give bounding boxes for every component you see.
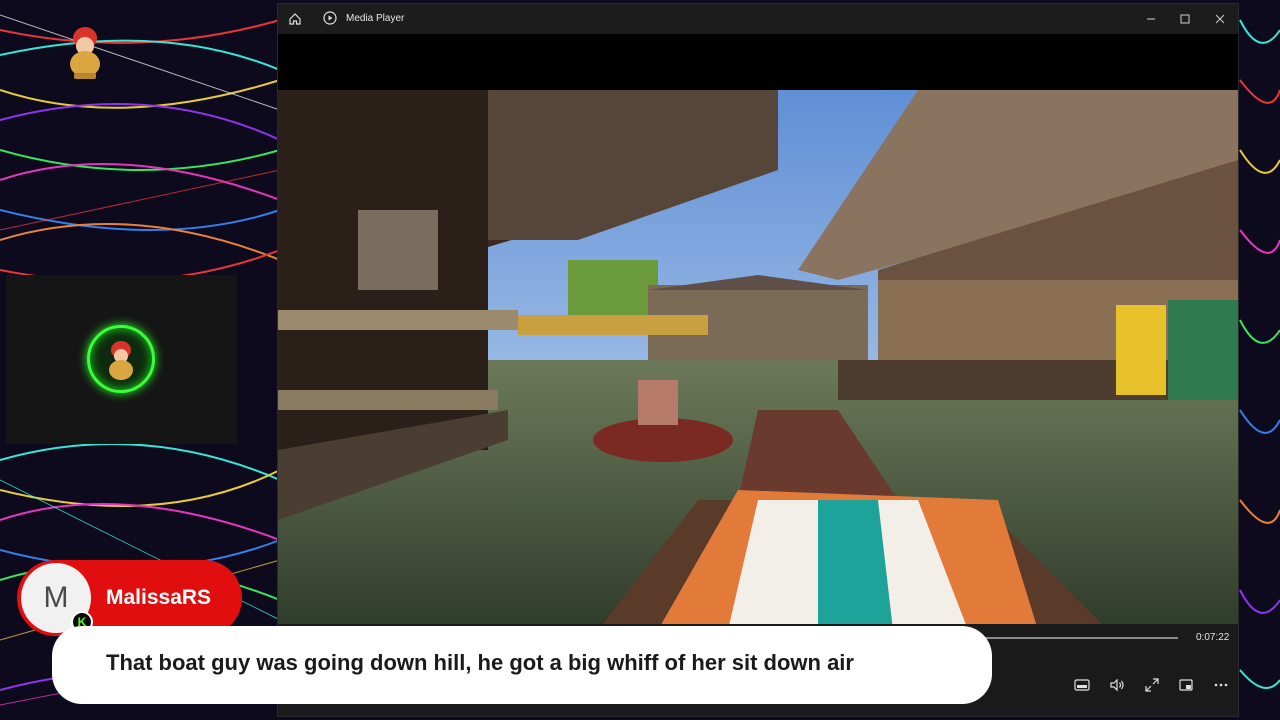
home-icon[interactable]: [288, 12, 302, 26]
webcam-overlay: [6, 275, 237, 444]
minimize-icon[interactable]: [1142, 10, 1160, 28]
more-options-icon[interactable]: [1212, 676, 1230, 694]
window-title: Media Player: [346, 13, 405, 24]
chat-username: MalissaRS: [106, 586, 212, 609]
subtitles-icon[interactable]: [1073, 676, 1091, 694]
close-icon[interactable]: [1211, 10, 1229, 28]
mascot-icon: [70, 27, 100, 79]
fullscreen-icon[interactable]: [1143, 676, 1161, 694]
mascot-icon: [109, 341, 133, 380]
streamer-avatar: [87, 325, 155, 393]
media-player-app-icon: [323, 11, 337, 25]
media-player-window: Media Player 0:07:22: [278, 4, 1238, 716]
title-bar: Media Player: [278, 4, 1238, 34]
maximize-icon[interactable]: [1176, 10, 1194, 28]
miniplayer-icon[interactable]: [1177, 676, 1195, 694]
seek-bar[interactable]: [968, 637, 1178, 639]
volume-icon[interactable]: [1108, 676, 1126, 694]
chat-message-text: That boat guy was going down hill, he go…: [106, 650, 854, 675]
total-time: 0:07:22: [1196, 632, 1230, 643]
video-frame[interactable]: [278, 90, 1238, 630]
